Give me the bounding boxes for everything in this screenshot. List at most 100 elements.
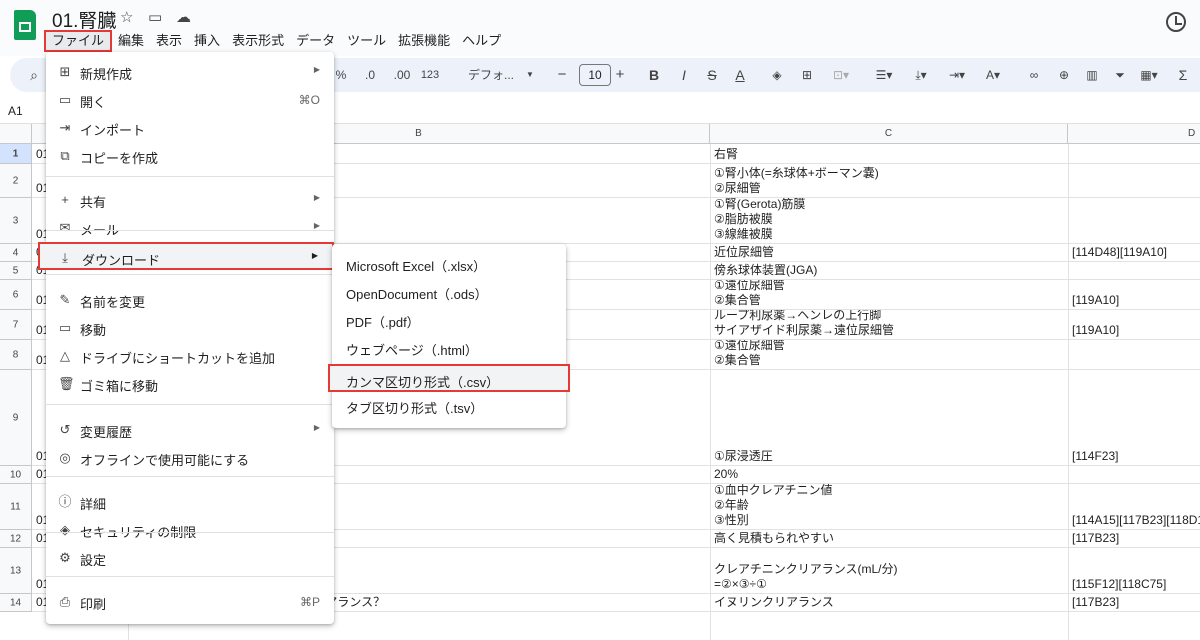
- version-history-icon[interactable]: [1166, 12, 1186, 32]
- font-select[interactable]: デフォ...: [460, 58, 522, 92]
- file-menu-item-trash[interactable]: 🗑 ゴミ箱に移動: [46, 370, 334, 398]
- percent-format-button[interactable]: %: [334, 58, 348, 92]
- cell-d[interactable]: [117B23]: [1072, 530, 1200, 548]
- menu-insert[interactable]: 挿入: [188, 30, 226, 52]
- text-color-button[interactable]: A: [732, 58, 748, 92]
- insert-link-icon[interactable]: ∞: [1024, 58, 1044, 92]
- cell-c[interactable]: 傍糸球体装置(JGA): [714, 262, 1064, 280]
- font-dropdown-icon[interactable]: ▼: [524, 58, 536, 92]
- row-header[interactable]: 9: [0, 370, 32, 466]
- cell-d[interactable]: [1072, 262, 1200, 280]
- cell-c[interactable]: イヌリンクリアランス: [714, 594, 1064, 612]
- row-header[interactable]: 1: [0, 144, 32, 164]
- cell-c[interactable]: ループ利尿薬→ヘンレの上行脚 サイアザイド利尿薬→遠位尿細管: [714, 310, 1064, 340]
- insert-comment-icon[interactable]: ⊕: [1054, 58, 1074, 92]
- file-menu-item-move[interactable]: ▭ 移動: [46, 314, 334, 342]
- text-rotation-icon[interactable]: A▾: [980, 58, 1006, 92]
- merge-cells-icon[interactable]: ⊡▾: [828, 58, 854, 92]
- font-size-input[interactable]: 10: [579, 64, 611, 86]
- cell-d[interactable]: [1072, 340, 1200, 370]
- font-size-decrease-button[interactable]: −: [554, 58, 570, 92]
- row-header[interactable]: 13: [0, 548, 32, 594]
- filter-views-icon[interactable]: ▦▾: [1136, 58, 1162, 92]
- row-header[interactable]: 12: [0, 530, 32, 548]
- bold-button[interactable]: B: [646, 58, 662, 92]
- column-header-c[interactable]: C: [710, 124, 1068, 144]
- row-header[interactable]: 8: [0, 340, 32, 370]
- move-folder-icon[interactable]: ▭: [148, 8, 162, 26]
- strikethrough-button[interactable]: S: [704, 58, 720, 92]
- file-menu-item-offline[interactable]: ◎ オフラインで使用可能にする: [46, 444, 334, 472]
- sheets-logo-icon[interactable]: [14, 10, 36, 40]
- cell-d[interactable]: [117B23]: [1072, 594, 1200, 612]
- menu-view[interactable]: 表示: [150, 30, 188, 52]
- cell-d[interactable]: [119A10]: [1072, 280, 1200, 310]
- cell-c[interactable]: ①遠位尿細管 ②集合管: [714, 280, 1064, 310]
- file-menu-item-settings[interactable]: ⚙ 設定: [46, 544, 334, 572]
- file-menu-item-rename[interactable]: ✎ 名前を変更: [46, 286, 334, 314]
- file-menu-item-share[interactable]: + 共有 ▶: [46, 186, 334, 214]
- cell-d[interactable]: [1072, 198, 1200, 244]
- insert-chart-icon[interactable]: ▥: [1082, 58, 1102, 92]
- cell-c[interactable]: 右腎: [714, 144, 1064, 164]
- menu-edit[interactable]: 編集: [112, 30, 150, 52]
- fill-color-icon[interactable]: ◈: [768, 58, 786, 92]
- select-all-corner[interactable]: [0, 124, 32, 144]
- cell-d[interactable]: [114A15][117B23][118D1: [1072, 484, 1200, 530]
- cell-c[interactable]: 20%: [714, 466, 1064, 484]
- cell-d[interactable]: [114D48][119A10]: [1072, 244, 1200, 262]
- cell-c[interactable]: ①血中クレアチニン値 ②年齢 ③性別: [714, 484, 1064, 530]
- column-header-d[interactable]: D: [1068, 124, 1200, 144]
- borders-icon[interactable]: ⊞: [798, 58, 816, 92]
- menu-format[interactable]: 表示形式: [226, 30, 290, 52]
- star-icon[interactable]: ☆: [120, 8, 133, 26]
- row-header[interactable]: 2: [0, 164, 32, 198]
- download-option-pdf[interactable]: PDF（.pdf）: [332, 306, 566, 334]
- number-format-button[interactable]: 123: [418, 58, 442, 92]
- row-header[interactable]: 10: [0, 466, 32, 484]
- file-menu-item-open[interactable]: ▭ 開く ⌘O: [46, 86, 334, 114]
- row-header[interactable]: 3: [0, 198, 32, 244]
- file-menu-item-security[interactable]: ◈ セキュリティの制限: [46, 516, 334, 544]
- functions-icon[interactable]: Σ: [1174, 58, 1192, 92]
- decrease-decimal-button[interactable]: .0: [360, 58, 380, 92]
- row-header[interactable]: 11: [0, 484, 32, 530]
- file-menu-item-print[interactable]: ⎙ 印刷 ⌘P: [46, 588, 334, 616]
- search-menus-icon[interactable]: ⌕: [24, 58, 44, 92]
- download-option-ods[interactable]: OpenDocument（.ods）: [332, 278, 566, 306]
- menu-data[interactable]: データ: [290, 30, 341, 52]
- cell-c[interactable]: ①尿浸透圧: [714, 370, 1064, 466]
- download-option-csv[interactable]: カンマ区切り形式（.csv）: [328, 364, 570, 392]
- cell-d[interactable]: [114F23]: [1072, 370, 1200, 466]
- file-menu-item-download[interactable]: ⤓ ダウンロード ▶: [38, 242, 334, 270]
- file-menu-item-version-history[interactable]: ↺ 変更履歴 ▶: [46, 416, 334, 444]
- file-menu-item-import[interactable]: ⇥ インポート: [46, 114, 334, 142]
- name-box[interactable]: A1: [8, 104, 23, 118]
- row-header[interactable]: 4: [0, 244, 32, 262]
- horizontal-align-icon[interactable]: ☰▾: [872, 58, 896, 92]
- download-option-html[interactable]: ウェブページ（.html）: [332, 334, 566, 362]
- menu-tools[interactable]: ツール: [341, 30, 392, 52]
- cell-d[interactable]: [1072, 144, 1200, 164]
- vertical-align-icon[interactable]: ⤓▾: [908, 58, 934, 92]
- cell-d[interactable]: [115F12][118C75]: [1072, 548, 1200, 594]
- row-header[interactable]: 6: [0, 280, 32, 310]
- file-menu-item-details[interactable]: ⓘ 詳細: [46, 488, 334, 516]
- row-header[interactable]: 7: [0, 310, 32, 340]
- menu-file[interactable]: ファイル: [44, 30, 113, 52]
- font-size-increase-button[interactable]: +: [612, 58, 628, 92]
- row-header[interactable]: 5: [0, 262, 32, 280]
- document-title[interactable]: 01.腎臓: [52, 6, 116, 33]
- row-header[interactable]: 14: [0, 594, 32, 612]
- cell-d[interactable]: [119A10]: [1072, 310, 1200, 340]
- cell-d[interactable]: [1072, 164, 1200, 198]
- download-option-tsv[interactable]: タブ区切り形式（.tsv）: [332, 392, 566, 420]
- cell-c[interactable]: ①腎(Gerota)筋膜 ②脂肪被膜 ③線維被膜: [714, 198, 1064, 244]
- filter-icon[interactable]: ⏷: [1110, 58, 1130, 92]
- file-menu-item-new[interactable]: ⊞ 新規作成 ▶: [46, 58, 334, 86]
- download-option-xlsx[interactable]: Microsoft Excel（.xlsx）: [332, 250, 566, 278]
- menu-extensions[interactable]: 拡張機能: [392, 30, 456, 52]
- cell-c[interactable]: 近位尿細管: [714, 244, 1064, 262]
- file-menu-item-email[interactable]: ✉ メール ▶: [46, 214, 334, 242]
- cloud-status-icon[interactable]: ☁: [176, 8, 191, 26]
